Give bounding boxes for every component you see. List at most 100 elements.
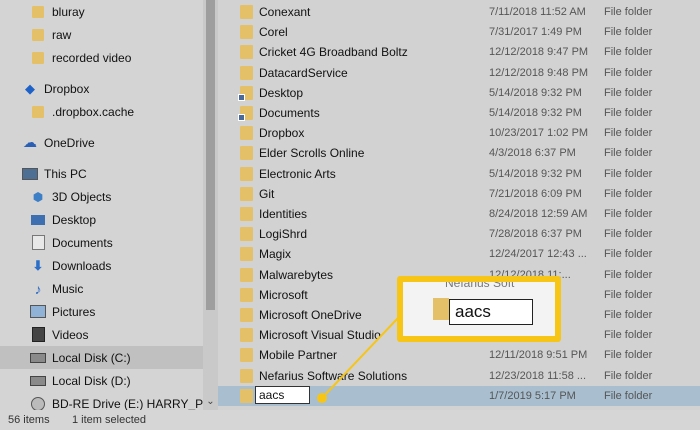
- sidebar-item-desktop[interactable]: Desktop: [0, 208, 203, 231]
- file-name: Nefarius Software Solutions: [259, 368, 408, 383]
- file-date-modified: 12/24/2017 12:43 ...: [489, 248, 587, 261]
- table-row[interactable]: LogiShrd 7/28/2018 6:37 PM File folder: [218, 224, 700, 244]
- table-row[interactable]: Elder Scrolls Online 4/3/2018 6:37 PM File…: [218, 143, 700, 163]
- sidebar-item-music[interactable]: ♪ Music: [0, 277, 203, 300]
- sidebar-item-3d-objects[interactable]: ⬢ 3D Objects: [0, 185, 203, 208]
- file-type: File folder: [604, 329, 653, 342]
- table-row[interactable]: Cricket 4G Broadband Boltz 12/12/2018 9:4…: [218, 42, 700, 62]
- folder-icon: [240, 65, 253, 80]
- file-type: File folder: [604, 288, 653, 301]
- file-type: File folder: [604, 268, 653, 281]
- status-bar: 56 items 1 item selected: [0, 410, 700, 430]
- folder-icon: [30, 105, 46, 119]
- file-type: File folder: [604, 107, 653, 119]
- file-type: File folder: [604, 349, 653, 362]
- file-name: LogiShrd: [259, 227, 308, 242]
- folder-icon: [240, 186, 253, 201]
- file-date-modified: 12/23/2018 11:58 ...: [489, 369, 587, 382]
- folder-icon: [240, 207, 253, 221]
- file-type: File folder: [604, 147, 653, 160]
- file-type: File folder: [604, 228, 653, 241]
- file-name: Microsoft: [259, 287, 308, 302]
- folder-icon: [240, 287, 253, 302]
- sidebar-item-onedrive[interactable]: ☁ OneDrive: [0, 131, 203, 154]
- file-type: File folder: [604, 26, 653, 39]
- table-row[interactable]: Documents 5/14/2018 9:32 PM File folder: [218, 103, 700, 123]
- sidebar-item-downloads[interactable]: ⬇ Downloads: [0, 254, 203, 277]
- sidebar-item-label: Documents: [52, 235, 113, 250]
- table-row[interactable]: Desktop 5/14/2018 9:32 PM File folder: [218, 83, 700, 103]
- documents-icon: [30, 235, 46, 250]
- file-date-modified: 7/31/2017 1:49 PM: [489, 26, 582, 39]
- dropbox-icon: ◆: [25, 80, 35, 96]
- sidebar-item-pictures[interactable]: Pictures: [0, 300, 203, 323]
- folder-icon: [30, 5, 46, 19]
- file-name: Malwarebytes: [259, 267, 334, 282]
- file-name: Documents: [259, 106, 320, 120]
- folder-icon: [240, 328, 253, 343]
- file-name: Magix: [259, 247, 292, 262]
- sidebar-item-label: Local Disk (C:): [52, 350, 131, 365]
- sidebar-item-local-disk-c[interactable]: Local Disk (C:): [0, 346, 203, 369]
- table-row[interactable]: Corel 7/31/2017 1:49 PM File folder: [218, 22, 700, 42]
- table-row[interactable]: DatacardService 12/12/2018 9:48 PM File fo…: [218, 63, 700, 83]
- sidebar-item-label: bluray: [52, 4, 85, 19]
- callout-zoom-view: Nefarius Soft aacs: [403, 282, 555, 336]
- folder-icon: [240, 126, 253, 141]
- rename-input[interactable]: aacs: [255, 385, 310, 404]
- file-date-modified: 10/23/2017 1:02 PM: [489, 127, 589, 140]
- file-date-modified: 12/11/2018 9:51 PM: [489, 349, 588, 362]
- sidebar-item-label: BD-RE Drive (E:) HARRY_POTT: [52, 396, 203, 411]
- table-row[interactable]: Electronic Arts 5/14/2018 9:32 PM File fol…: [218, 164, 700, 184]
- table-row[interactable]: Identities 8/24/2018 12:59 AM File folder: [218, 204, 700, 224]
- sidebar-item-label: This PC: [44, 166, 87, 181]
- table-row[interactable]: Dropbox 10/23/2017 1:02 PM File folder: [218, 123, 700, 143]
- sidebar-item-videos[interactable]: Videos: [0, 323, 203, 346]
- table-row[interactable]: Conexant 7/11/2018 11:52 AM File folder: [218, 2, 700, 22]
- rename-input-zoomed[interactable]: aacs: [449, 299, 533, 325]
- file-date-modified: 5/14/2018 9:32 PM: [489, 86, 582, 99]
- scroll-down-icon[interactable]: ⌄: [203, 396, 218, 408]
- file-type: File folder: [604, 389, 653, 402]
- table-row[interactable]: Magix 12/24/2017 12:43 ... File folder: [218, 244, 700, 264]
- file-type: File folder: [604, 66, 653, 79]
- table-row[interactable]: Nefarius Software Solutions 12/23/2018 11…: [218, 366, 700, 386]
- file-list: Conexant 7/11/2018 11:52 AM File folder Cor…: [218, 0, 700, 410]
- sidebar-item-this-pc[interactable]: This PC: [0, 162, 203, 185]
- sidebar-item-bd-re-drive-e-harry-pott[interactable]: BD-RE Drive (E:) HARRY_POTT: [0, 392, 203, 410]
- pc-icon: [22, 167, 38, 181]
- file-type: File folder: [604, 369, 653, 382]
- scrollbar-thumb[interactable]: [206, 0, 215, 310]
- table-row[interactable]: aacs 1/7/2019 5:17 PM File folder: [218, 385, 700, 406]
- file-type: File folder: [604, 187, 653, 200]
- file-name: Electronic Arts: [259, 166, 336, 181]
- sidebar-item-dropbox[interactable]: ◆ Dropbox: [0, 77, 203, 100]
- table-row[interactable]: Mobile Partner 12/11/2018 9:51 PM File fol…: [218, 345, 700, 365]
- file-date-modified: 12/12/2018 9:48 PM: [489, 66, 589, 79]
- sidebar-item-label: Videos: [52, 327, 89, 342]
- file-date-modified: 5/14/2018 9:32 PM: [489, 167, 582, 180]
- sidebar-item-label: Downloads: [52, 258, 112, 273]
- sidebar-item-label: .dropbox.cache: [52, 104, 135, 119]
- sidebar-item-label: raw: [52, 27, 72, 42]
- file-date-modified: 7/11/2018 11:52 AM: [489, 6, 586, 18]
- folder-icon: [240, 247, 253, 262]
- file-name: DatacardService: [259, 65, 348, 80]
- table-row[interactable]: Git 7/21/2018 6:09 PM File folder: [218, 184, 700, 204]
- sidebar-item-raw[interactable]: raw: [0, 23, 203, 46]
- sidebar-item-label: Music: [52, 281, 84, 296]
- file-type: File folder: [604, 309, 653, 321]
- sidebar-item-local-disk-d[interactable]: Local Disk (D:): [0, 369, 203, 392]
- sidebar-item-dropbox-cache[interactable]: .dropbox.cache: [0, 100, 203, 123]
- navigation-pane: bluray raw recorded video ◆ Dropbox .dropbox.…: [0, 0, 203, 410]
- file-date-modified: 8/24/2018 12:59 AM: [489, 208, 588, 220]
- sidebar-item-documents[interactable]: Documents: [0, 231, 203, 254]
- sidebar-item-recorded-video[interactable]: recorded video: [0, 46, 203, 69]
- file-date-modified: 7/21/2018 6:09 PM: [489, 187, 582, 200]
- file-type: File folder: [604, 6, 653, 18]
- navigation-scrollbar[interactable]: ⌄: [203, 0, 218, 410]
- file-type: File folder: [604, 167, 653, 180]
- sidebar-item-bluray[interactable]: bluray: [0, 0, 203, 23]
- sidebar-item-label: Dropbox: [44, 81, 90, 96]
- folder-icon: [240, 308, 253, 322]
